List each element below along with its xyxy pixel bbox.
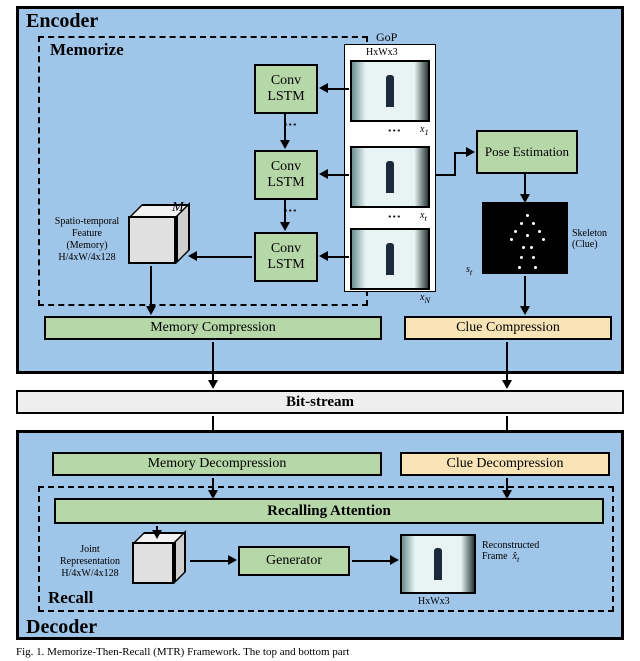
joint-cube — [132, 542, 188, 598]
decoder-title: Decoder — [26, 616, 97, 639]
st-label: st — [466, 264, 472, 277]
x1-label: x1 — [420, 124, 429, 137]
memory-feature-label: Spatio-temporal Feature (Memory) H/4xW/4… — [48, 216, 126, 264]
xt-label: xt — [420, 210, 427, 223]
figure-caption: Fig. 1. Memorize-Then-Recall (MTR) Frame… — [16, 646, 349, 658]
encoder-title: Encoder — [26, 10, 98, 33]
xN-label: xN — [420, 292, 430, 305]
memory-cube — [128, 216, 188, 276]
generator-box: Generator — [238, 546, 350, 576]
convlstm-N: Conv LSTM — [254, 232, 318, 282]
bitstream-bar: Bit-stream — [16, 390, 624, 414]
clue-label: Skeleton (Clue) — [572, 228, 622, 250]
joint-label: Joint Representation H/4xW/4x128 — [50, 544, 130, 580]
gop-dim: HxWx3 — [366, 47, 398, 58]
memorize-label: Memorize — [50, 40, 124, 60]
clue-decompression-box: Clue Decompression — [400, 452, 610, 476]
convlstm-1: Conv LSTM — [254, 64, 318, 114]
gop-dots-1: ⋮ — [386, 124, 402, 139]
gop-label: GoP — [376, 30, 397, 45]
gop-dots-2: ⋮ — [386, 210, 402, 225]
frame-x1 — [350, 60, 430, 122]
clue-compression-box: Clue Compression — [404, 316, 612, 340]
figure-canvas: Encoder Memorize GoP HxWx3 x1 ⋮ xt ⋮ xN … — [0, 0, 640, 661]
convlstm-t: Conv LSTM — [254, 150, 318, 200]
skeleton-box — [482, 202, 568, 274]
reconstructed-label: Reconstructed Frame x̂t — [482, 540, 556, 564]
pose-estimation-box: Pose Estimation — [476, 130, 578, 174]
reconstructed-frame — [400, 534, 476, 594]
M-label: M — [172, 200, 184, 216]
recall-label: Recall — [48, 588, 93, 608]
recalling-attention-box: Recalling Attention — [54, 498, 604, 524]
rec-dim: HxWx3 — [418, 596, 450, 607]
memory-decompression-box: Memory Decompression — [52, 452, 382, 476]
memory-compression-box: Memory Compression — [44, 316, 382, 340]
frame-xN — [350, 228, 430, 290]
frame-xt — [350, 146, 430, 208]
